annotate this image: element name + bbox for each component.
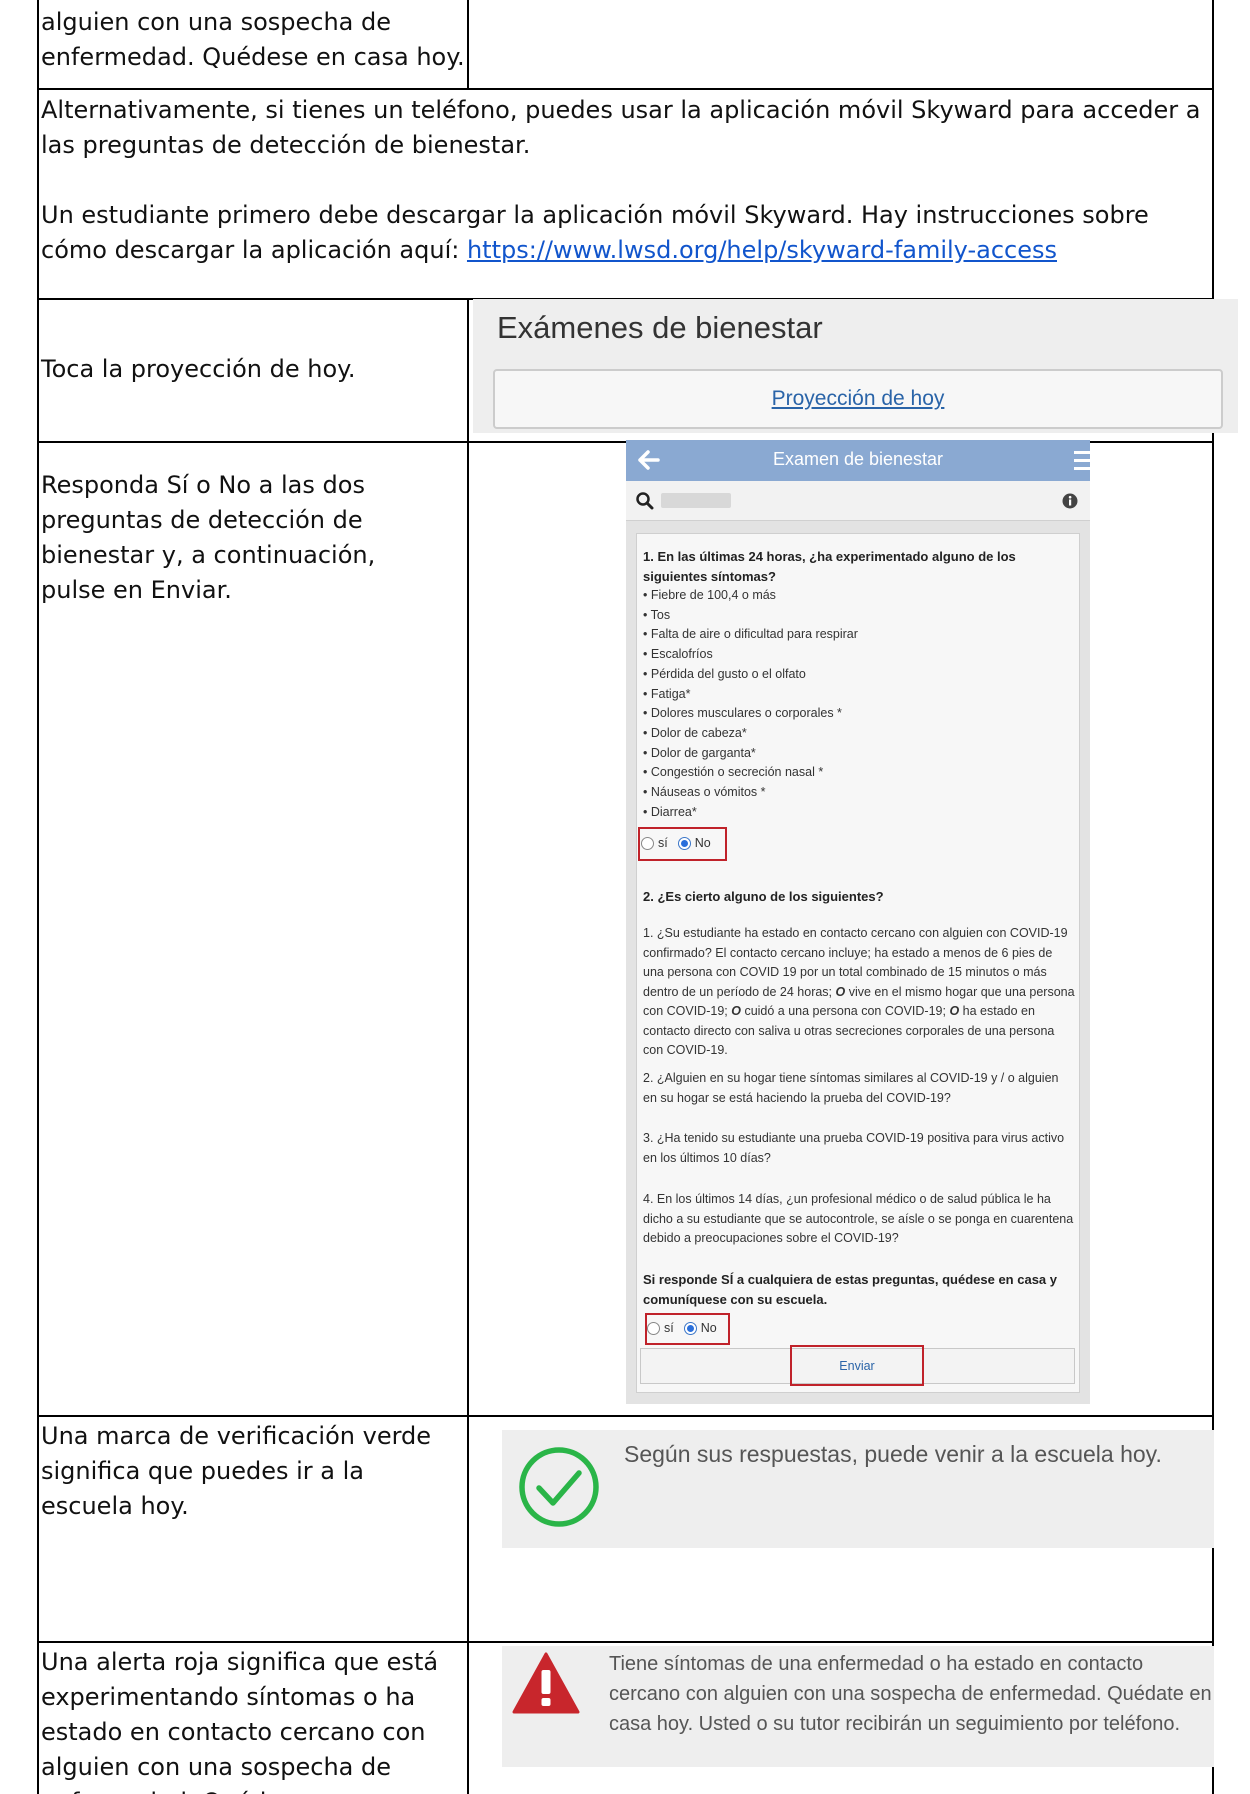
q2-item-1-or-2: O <box>731 1004 741 1018</box>
alert-message-panel: Tiene síntomas de una enfermedad o ha es… <box>502 1646 1214 1767</box>
app-info-paragraph: Alternativamente, si tienes un teléfono,… <box>41 96 1201 159</box>
question-1-title: 1. En las últimas 24 horas, ¿ha experime… <box>643 549 1016 584</box>
q1-answer: sí No <box>641 836 711 850</box>
q2-item-1: 1. ¿Su estudiante ha estado en contacto … <box>643 924 1075 1061</box>
symptom-item: Dolor de cabeza* <box>643 724 1073 744</box>
symptom-item: Congestión o secreción nasal * <box>643 763 1073 783</box>
q1-no-label: No <box>694 836 711 850</box>
table-divider-top <box>467 0 469 89</box>
symptom-item: Falta de aire o dificultad para respirar <box>643 625 1073 645</box>
q1-no-radio[interactable] <box>677 836 691 850</box>
q2-no-radio[interactable] <box>683 1321 697 1335</box>
row-top-line1: alguien con una sospecha de <box>41 8 392 36</box>
q2-yes-radio[interactable] <box>647 1321 660 1335</box>
symptom-item: Pérdida del gusto o el olfato <box>643 665 1073 685</box>
row-line-4 <box>37 1415 1214 1417</box>
q2-yes-label: sí <box>664 1321 674 1335</box>
table-border-left <box>37 0 39 1794</box>
tap-instruction: Toca la proyección de hoy. <box>41 355 356 383</box>
q2-item-4: 4. En los últimos 14 días, ¿un profesion… <box>643 1192 1074 1245</box>
red-alert-instruction: Una alerta roja significa que está exper… <box>41 1648 439 1794</box>
q2-answer: sí No <box>647 1321 717 1335</box>
green-check-instruction: Una marca de verificación verde signific… <box>41 1422 432 1520</box>
phone-search-bar[interactable] <box>626 481 1090 521</box>
symptom-item: Diarrea* <box>643 803 1073 823</box>
symptom-item: Dolores musculares o corporales * <box>643 704 1073 724</box>
skyward-help-link[interactable]: https://www.lwsd.org/help/skyward-family… <box>467 236 1057 264</box>
answer-instruction: Responda Sí o No a las dos preguntas de … <box>41 471 376 604</box>
red-alert-triangle-icon <box>512 1652 580 1714</box>
search-icon <box>636 492 654 510</box>
symptom-item: Dolor de garganta* <box>643 744 1073 764</box>
question-2-title: 2. ¿Es cierto alguno de los siguientes? <box>643 889 884 904</box>
q2-warning: Si responde SÍ a cualquiera de estas pre… <box>643 1272 1058 1307</box>
row-top-line2: enfermedad. Quédese en casa hoy. <box>41 43 465 71</box>
q2-item-2: 2. ¿Alguien en su hogar tiene síntomas s… <box>643 1071 1059 1105</box>
symptom-item: Náuseas o vómitos * <box>643 783 1073 803</box>
q1-yes-label: sí <box>658 836 668 850</box>
row-line-1 <box>37 88 1214 90</box>
success-message-panel: Según sus respuestas, puede venir a la e… <box>502 1430 1214 1548</box>
screening-form: 1. En las últimas 24 horas, ¿ha experime… <box>636 533 1080 1393</box>
wellness-screen-panel: Exámenes de bienestar Proyección de hoy <box>473 299 1238 433</box>
info-icon[interactable] <box>1062 493 1078 509</box>
q1-yes-radio[interactable] <box>641 836 654 850</box>
phone-screenshot: Examen de bienestar 1. En las últimas 24… <box>626 440 1090 1404</box>
phone-header-title: Examen de bienestar <box>772 449 944 469</box>
redacted-name <box>661 493 731 508</box>
success-message: Según sus respuestas, puede venir a la e… <box>624 1441 1162 1467</box>
download-paragraph: Un estudiante primero debe descargar la … <box>41 198 1206 268</box>
green-check-circle-icon <box>519 1447 599 1527</box>
alert-message: Tiene síntomas de una enfermedad o ha es… <box>609 1653 1212 1735</box>
q2-no-label: No <box>700 1321 717 1335</box>
q2-item-1-or-1: O <box>835 984 846 999</box>
phone-header: Examen de bienestar <box>626 440 1090 481</box>
app-info: Alternativamente, si tienes un teléfono,… <box>41 93 1206 268</box>
symptom-item: Escalofríos <box>643 645 1073 665</box>
hamburger-menu-icon[interactable] <box>1074 451 1090 470</box>
row-top-text: alguien con una sospecha de enfermedad. … <box>41 5 466 75</box>
symptom-item: Fiebre de 100,4 o más <box>643 586 1073 606</box>
q2-item-1-or-3: O <box>949 1004 960 1018</box>
symptom-item: Fatiga* <box>643 685 1073 705</box>
todays-screening-button[interactable]: Proyección de hoy <box>493 369 1223 429</box>
todays-screening-label: Proyección de hoy <box>771 387 945 410</box>
symptom-item: Tos <box>643 606 1073 626</box>
q2-item-3: 3. ¿Ha tenido su estudiante una prueba C… <box>643 1131 1065 1165</box>
symptom-list: Fiebre de 100,4 o más Tos Falta de aire … <box>643 586 1073 822</box>
submit-button[interactable]: Enviar <box>792 1347 922 1384</box>
wellness-screen-title: Exámenes de bienestar <box>497 310 823 345</box>
row-line-5 <box>37 1641 1214 1643</box>
table-divider-main <box>467 298 469 1794</box>
q2-item-1-text-c: cuidó a una persona con COVID-19; <box>740 1004 950 1018</box>
